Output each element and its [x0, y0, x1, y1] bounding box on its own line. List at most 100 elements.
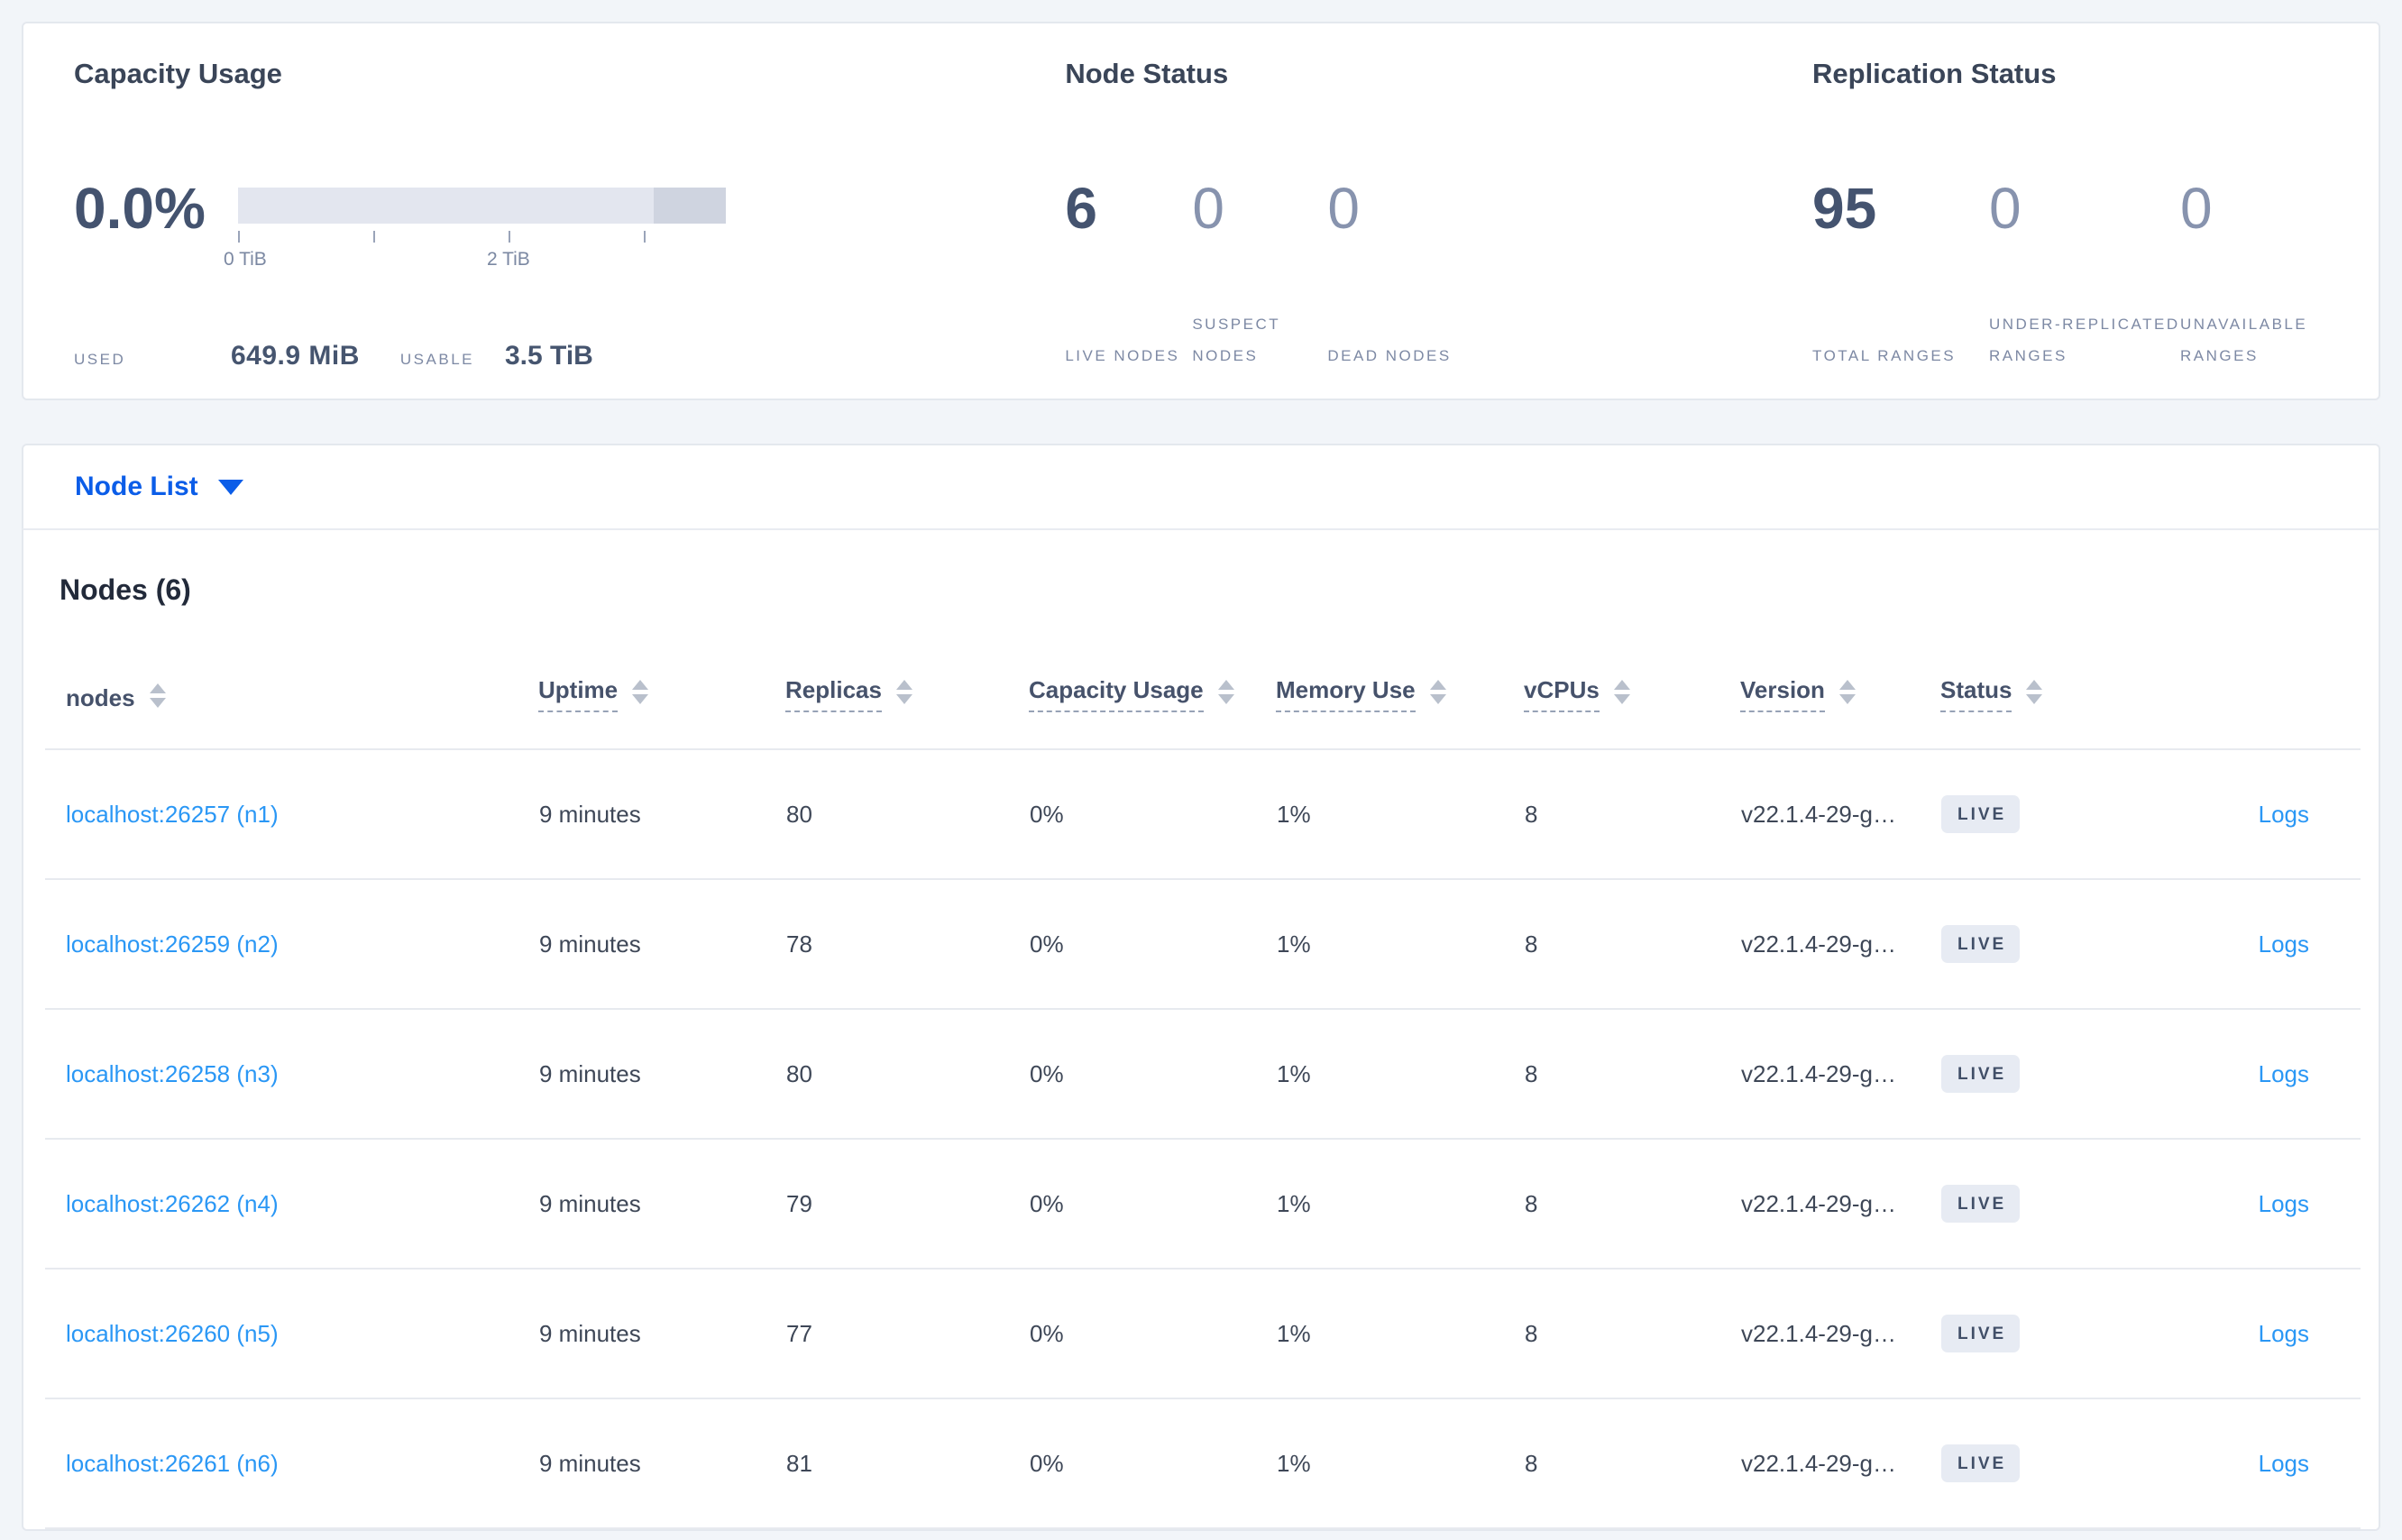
- status-stat: 0 UNAVAILABLE RANGES: [2180, 179, 2379, 371]
- sort-asc-icon: [149, 683, 166, 693]
- sort-asc-icon: [895, 679, 912, 690]
- logs-link[interactable]: Logs: [2259, 1190, 2309, 1217]
- node-status-title: Node Status: [1065, 58, 1229, 89]
- version-cell: v22.1.4-29-g…: [1740, 1009, 1940, 1140]
- uptime-cell: 9 minutes: [538, 1009, 785, 1140]
- sort-icon: [1217, 679, 1234, 704]
- stat-label: UNDER-REPLICATED RANGES: [1989, 316, 2180, 364]
- column-header[interactable]: Replicas: [785, 610, 1029, 750]
- logs-link[interactable]: Logs: [2259, 930, 2309, 958]
- capacity-axis-tick: [508, 231, 510, 243]
- replicas-cell: 80: [785, 1009, 1029, 1140]
- capacity-usage-title: Capacity Usage: [74, 58, 282, 89]
- uptime-cell: 9 minutes: [538, 879, 785, 1010]
- column-header[interactable]: Status: [1940, 610, 2148, 750]
- capacity-bar-track: [237, 188, 726, 224]
- stat-label: SUSPECT NODES: [1192, 316, 1280, 364]
- status-stat: 6 LIVE NODES: [1065, 179, 1192, 371]
- node-table-row: localhost:26262 (n4) 9 minutes 79 0% 1% …: [45, 1139, 2361, 1270]
- used-label: USED: [74, 351, 126, 368]
- version-cell: v22.1.4-29-g…: [1740, 749, 1940, 880]
- capacity-usage-body: 0.0% 0 TiB 2 TiB USED 649.9 MiB USABLE 3…: [74, 179, 1065, 371]
- column-header[interactable]: Version: [1740, 610, 1940, 750]
- sort-asc-icon: [1429, 679, 1446, 690]
- vcpus-cell: 8: [1524, 1009, 1740, 1140]
- capacity-axis-tick: [643, 231, 646, 243]
- sort-desc-icon: [1838, 693, 1856, 704]
- chevron-down-icon: [217, 479, 243, 495]
- node-link[interactable]: localhost:26260 (n5): [66, 1320, 279, 1347]
- uptime-cell: 9 minutes: [538, 1269, 785, 1399]
- capacity-used-usable-row: USED 649.9 MiB USABLE 3.5 TiB: [74, 341, 1065, 371]
- replicas-cell: 81: [785, 1398, 1029, 1529]
- capacity-axis-tick: [372, 231, 375, 243]
- capacity-axis-tick: [237, 231, 240, 243]
- status-badge: LIVE: [1941, 1055, 2021, 1093]
- capacity-used-percent: 0.0%: [74, 176, 206, 241]
- capacity-axis-label-2: 2 TiB: [486, 249, 530, 270]
- logs-link[interactable]: Logs: [2259, 1060, 2309, 1087]
- column-header[interactable]: Uptime: [538, 610, 785, 750]
- sort-icon: [1429, 679, 1446, 704]
- column-header[interactable]: Memory Use: [1276, 610, 1524, 750]
- sort-desc-icon: [149, 697, 166, 708]
- node-link[interactable]: localhost:26259 (n2): [66, 930, 279, 958]
- vcpus-cell: 8: [1524, 879, 1740, 1010]
- column-header-label: Replicas: [785, 676, 882, 712]
- stat-value: 0: [1989, 176, 2022, 241]
- sort-icon: [632, 679, 649, 704]
- node-link[interactable]: localhost:26258 (n3): [66, 1060, 279, 1087]
- nodes-table-header-row: nodes Uptime Replicas Capacity Usage Mem…: [45, 610, 2361, 750]
- used-value: 649.9 MiB: [231, 341, 360, 371]
- uptime-cell: 9 minutes: [538, 1398, 785, 1529]
- node-table-row: localhost:26259 (n2) 9 minutes 78 0% 1% …: [45, 879, 2361, 1010]
- vcpus-cell: 8: [1524, 1139, 1740, 1270]
- column-header: [2148, 610, 2361, 750]
- column-header[interactable]: vCPUs: [1524, 610, 1740, 750]
- sort-asc-icon: [2026, 679, 2043, 690]
- vcpus-cell: 8: [1524, 1398, 1740, 1529]
- stat-value: 0: [1327, 176, 1360, 241]
- capacity-usage-stat: 0.0% 0 TiB 2 TiB: [74, 176, 1065, 270]
- stat-value: 0: [1192, 176, 1224, 241]
- capacity-usage-cell: 0%: [1029, 1009, 1276, 1140]
- replicas-cell: 79: [785, 1139, 1029, 1270]
- version-cell: v22.1.4-29-g…: [1740, 1398, 1940, 1529]
- sort-desc-icon: [1217, 693, 1234, 704]
- logs-link[interactable]: Logs: [2259, 801, 2309, 828]
- node-link[interactable]: localhost:26257 (n1): [66, 801, 279, 828]
- status-stat: 0 DEAD NODES: [1327, 179, 1490, 371]
- sort-asc-icon: [1613, 679, 1630, 690]
- sort-icon: [1838, 679, 1856, 704]
- stat-value: 0: [2180, 176, 2213, 241]
- stat-label: UNAVAILABLE RANGES: [2180, 316, 2308, 364]
- node-list-dropdown-label: Node List: [75, 472, 198, 501]
- node-table-row: localhost:26257 (n1) 9 minutes 80 0% 1% …: [45, 749, 2361, 880]
- sort-desc-icon: [895, 693, 912, 704]
- replicas-cell: 80: [785, 749, 1029, 880]
- node-link[interactable]: localhost:26261 (n6): [66, 1450, 279, 1477]
- logs-link[interactable]: Logs: [2259, 1320, 2309, 1347]
- stat-label: DEAD NODES: [1327, 347, 1452, 364]
- column-header-label: Capacity Usage: [1029, 676, 1204, 712]
- sort-icon: [149, 683, 166, 708]
- sort-asc-icon: [1217, 679, 1234, 690]
- node-list-dropdown[interactable]: Node List: [75, 472, 243, 502]
- column-header[interactable]: Capacity Usage: [1029, 610, 1276, 750]
- vcpus-cell: 8: [1524, 749, 1740, 880]
- column-header[interactable]: nodes: [45, 610, 538, 750]
- memory-use-cell: 1%: [1276, 749, 1524, 880]
- usable-value: 3.5 TiB: [505, 341, 593, 371]
- column-header-label: Memory Use: [1276, 676, 1416, 712]
- node-link[interactable]: localhost:26262 (n4): [66, 1190, 279, 1217]
- capacity-usage-cell: 0%: [1029, 749, 1276, 880]
- memory-use-cell: 1%: [1276, 1398, 1524, 1529]
- sort-asc-icon: [632, 679, 649, 690]
- nodes-table-title: Nodes (6): [60, 573, 191, 606]
- replication-status-title: Replication Status: [1812, 58, 2057, 89]
- status-badge: LIVE: [1941, 1185, 2021, 1223]
- replicas-cell: 77: [785, 1269, 1029, 1399]
- logs-link[interactable]: Logs: [2259, 1450, 2309, 1477]
- usable-label: USABLE: [399, 351, 474, 368]
- uptime-cell: 9 minutes: [538, 1139, 785, 1270]
